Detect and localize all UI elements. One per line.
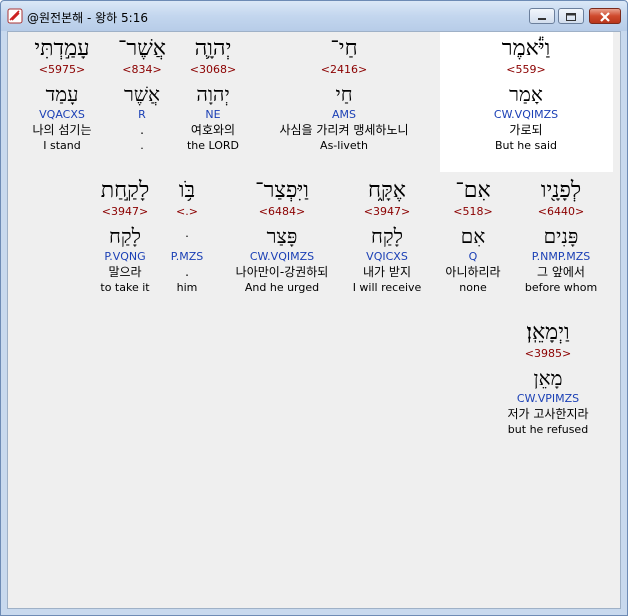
parsing-code: P.NMP.MZS	[531, 250, 591, 263]
strong-number[interactable]: <559>	[494, 62, 558, 77]
hebrew-lemma: פָּנִים	[543, 224, 579, 248]
korean-gloss: 말으라	[108, 265, 142, 279]
english-gloss: I stand	[43, 139, 81, 152]
korean-gloss: 사심을 가리켜 맹세하노니	[279, 123, 409, 137]
word-cell[interactable]: וַיִּפְצַר־ <6484> פָּצַר CW.VQIMZS 나아만이…	[236, 178, 329, 295]
maximize-icon	[566, 13, 576, 21]
hebrew-lemma: מָאֵן	[533, 366, 563, 390]
word-cell[interactable]: יְהוָ֛ה <3068> יְהוָה NE 여호와의 the LORD	[187, 36, 239, 153]
hebrew-word: וַיִּפְצַר־	[255, 178, 309, 203]
parsing-code: CW.VPIMZS	[516, 392, 580, 405]
hebrew-lemma: אָמַר	[509, 82, 543, 106]
word-cell[interactable]: אֶקָּ֑ח <3947> לָקַח VQICXS 내가 받지 I will…	[353, 178, 422, 295]
korean-gloss: .	[185, 265, 189, 279]
hebrew-word: עָמַ֣דְתִּי	[34, 36, 90, 61]
interlinear-panel: וַיֹּ֕אמֶר <559> אָמַר CW.VQIMZS 가로되 But…	[7, 31, 621, 609]
hebrew-word: לְפָנָ֖יו	[540, 178, 582, 203]
hebrew-word: לָקַ֣חַת	[100, 178, 150, 203]
hebrew-lemma: לָקַח	[109, 224, 141, 248]
parsing-code: R	[138, 108, 146, 121]
close-icon	[600, 12, 610, 22]
hebrew-lemma: עָמַד	[45, 82, 79, 106]
hebrew-word: יְהוָ֛ה	[194, 36, 232, 61]
english-gloss: to take it	[100, 281, 150, 294]
korean-gloss: 나의 섬기는	[32, 123, 92, 137]
english-gloss: him	[176, 281, 198, 294]
strong-number[interactable]: <3947>	[353, 204, 422, 219]
english-gloss: none	[459, 281, 487, 294]
strong-number[interactable]: <5975>	[32, 62, 91, 77]
word-cell[interactable]: חַי־ <2416> חַי AMS 사심을 가리켜 맹세하노니 As-liv…	[279, 36, 408, 153]
word-cell[interactable]: וַיְמָאֵֽן׃ <3985> מָאֵן CW.VPIMZS 저가 고사…	[507, 320, 588, 437]
english-gloss: the LORD	[186, 139, 240, 152]
window-title: @원전본해 - 왕하 5:16	[27, 11, 148, 25]
korean-gloss: 나아만이-강권하되	[235, 265, 329, 279]
word-cell[interactable]: וַיֹּ֕אמֶר <559> אָמַר CW.VQIMZS 가로되 But…	[494, 36, 558, 153]
maximize-button[interactable]	[558, 8, 584, 24]
word-cell[interactable]: עָמַ֣דְתִּי <5975> עָמַד VQACXS 나의 섬기는 I…	[32, 36, 91, 153]
close-button[interactable]	[589, 8, 621, 24]
parsing-code: NE	[205, 108, 221, 121]
english-gloss: But he said	[494, 139, 558, 152]
parsing-code: VQICXS	[366, 250, 408, 263]
strong-number[interactable]: <2416>	[279, 62, 408, 77]
english-gloss: but he refused	[507, 423, 589, 436]
korean-gloss: .	[140, 123, 144, 137]
english-gloss: I will receive	[352, 281, 422, 294]
word-cell[interactable]: אִם־ <518> אִם Q 아니하리라 none	[445, 178, 500, 295]
hebrew-word: אִם־	[455, 178, 491, 203]
word-cell[interactable]: לְפָנָ֖יו <6440> פָּנִים P.NMP.MZS 그 앞에서…	[525, 178, 597, 295]
app-window: @원전본해 - 왕하 5:16 וַיֹּ֕אמֶר <559> אָמַר C…	[0, 0, 628, 616]
hebrew-word: אֶקָּ֑ח	[367, 178, 406, 203]
korean-gloss: 내가 받지	[363, 265, 411, 279]
hebrew-lemma: אֲשֶׁר	[123, 82, 160, 106]
english-gloss: And he urged	[244, 281, 320, 294]
word-cell[interactable]: בֹּ֥ו <.> ּ P.MZS . him	[171, 178, 203, 295]
strong-number[interactable]: <3985>	[507, 346, 588, 361]
hebrew-lemma: חַי	[335, 82, 353, 106]
strong-number[interactable]: <3068>	[187, 62, 239, 77]
word-cell[interactable]: לָקַ֣חַת <3947> לָקַח P.VQNG 말으라 to take…	[100, 178, 149, 295]
parsing-code: CW.VQIMZS	[249, 250, 315, 263]
hebrew-lemma: אִם	[460, 224, 486, 248]
minimize-button[interactable]	[529, 8, 555, 24]
english-gloss: .	[140, 139, 144, 152]
parsing-code: P.MZS	[170, 250, 204, 263]
hebrew-word: וַיֹּ֕אמֶר	[501, 36, 551, 61]
hebrew-lemma: פָּצַר	[266, 224, 298, 248]
hebrew-lemma: ּ	[171, 223, 203, 249]
korean-gloss: 아니하리라	[445, 265, 501, 279]
strong-number[interactable]: <3947>	[100, 204, 149, 219]
hebrew-lemma: לָקַח	[371, 224, 403, 248]
title-bar[interactable]: @원전본해 - 왕하 5:16	[1, 1, 627, 31]
strong-number[interactable]: <518>	[445, 204, 500, 219]
parsing-code: CW.VQIMZS	[493, 108, 559, 121]
hebrew-word: חַי־	[330, 36, 358, 61]
korean-gloss: 가로되	[509, 123, 543, 137]
hebrew-lemma: יְהוָה	[196, 82, 230, 106]
strong-number[interactable]: <6484>	[236, 204, 329, 219]
hebrew-word: בֹּ֥ו	[178, 178, 196, 203]
hebrew-word: וַיְמָאֵֽן׃	[526, 320, 570, 345]
strong-number[interactable]: <6440>	[525, 204, 597, 219]
english-gloss: As-liveth	[320, 139, 368, 152]
word-cell[interactable]: אֲשֶׁר־ <834> אֲשֶׁר R . .	[118, 36, 166, 153]
strong-number[interactable]: <834>	[118, 62, 166, 77]
korean-gloss: 여호와의	[190, 123, 236, 137]
app-icon	[7, 8, 23, 24]
korean-gloss: 그 앞에서	[537, 265, 585, 279]
parsing-code: Q	[468, 250, 478, 263]
parsing-code: P.VQNG	[104, 250, 146, 263]
minimize-icon	[538, 18, 546, 20]
parsing-code: AMS	[331, 108, 356, 121]
english-gloss: before whom	[524, 281, 598, 294]
parsing-code: VQACXS	[39, 108, 85, 121]
hebrew-word: אֲשֶׁר־	[117, 36, 167, 61]
strong-number[interactable]: <.>	[171, 204, 203, 219]
korean-gloss: 저가 고사한지라	[507, 407, 589, 421]
